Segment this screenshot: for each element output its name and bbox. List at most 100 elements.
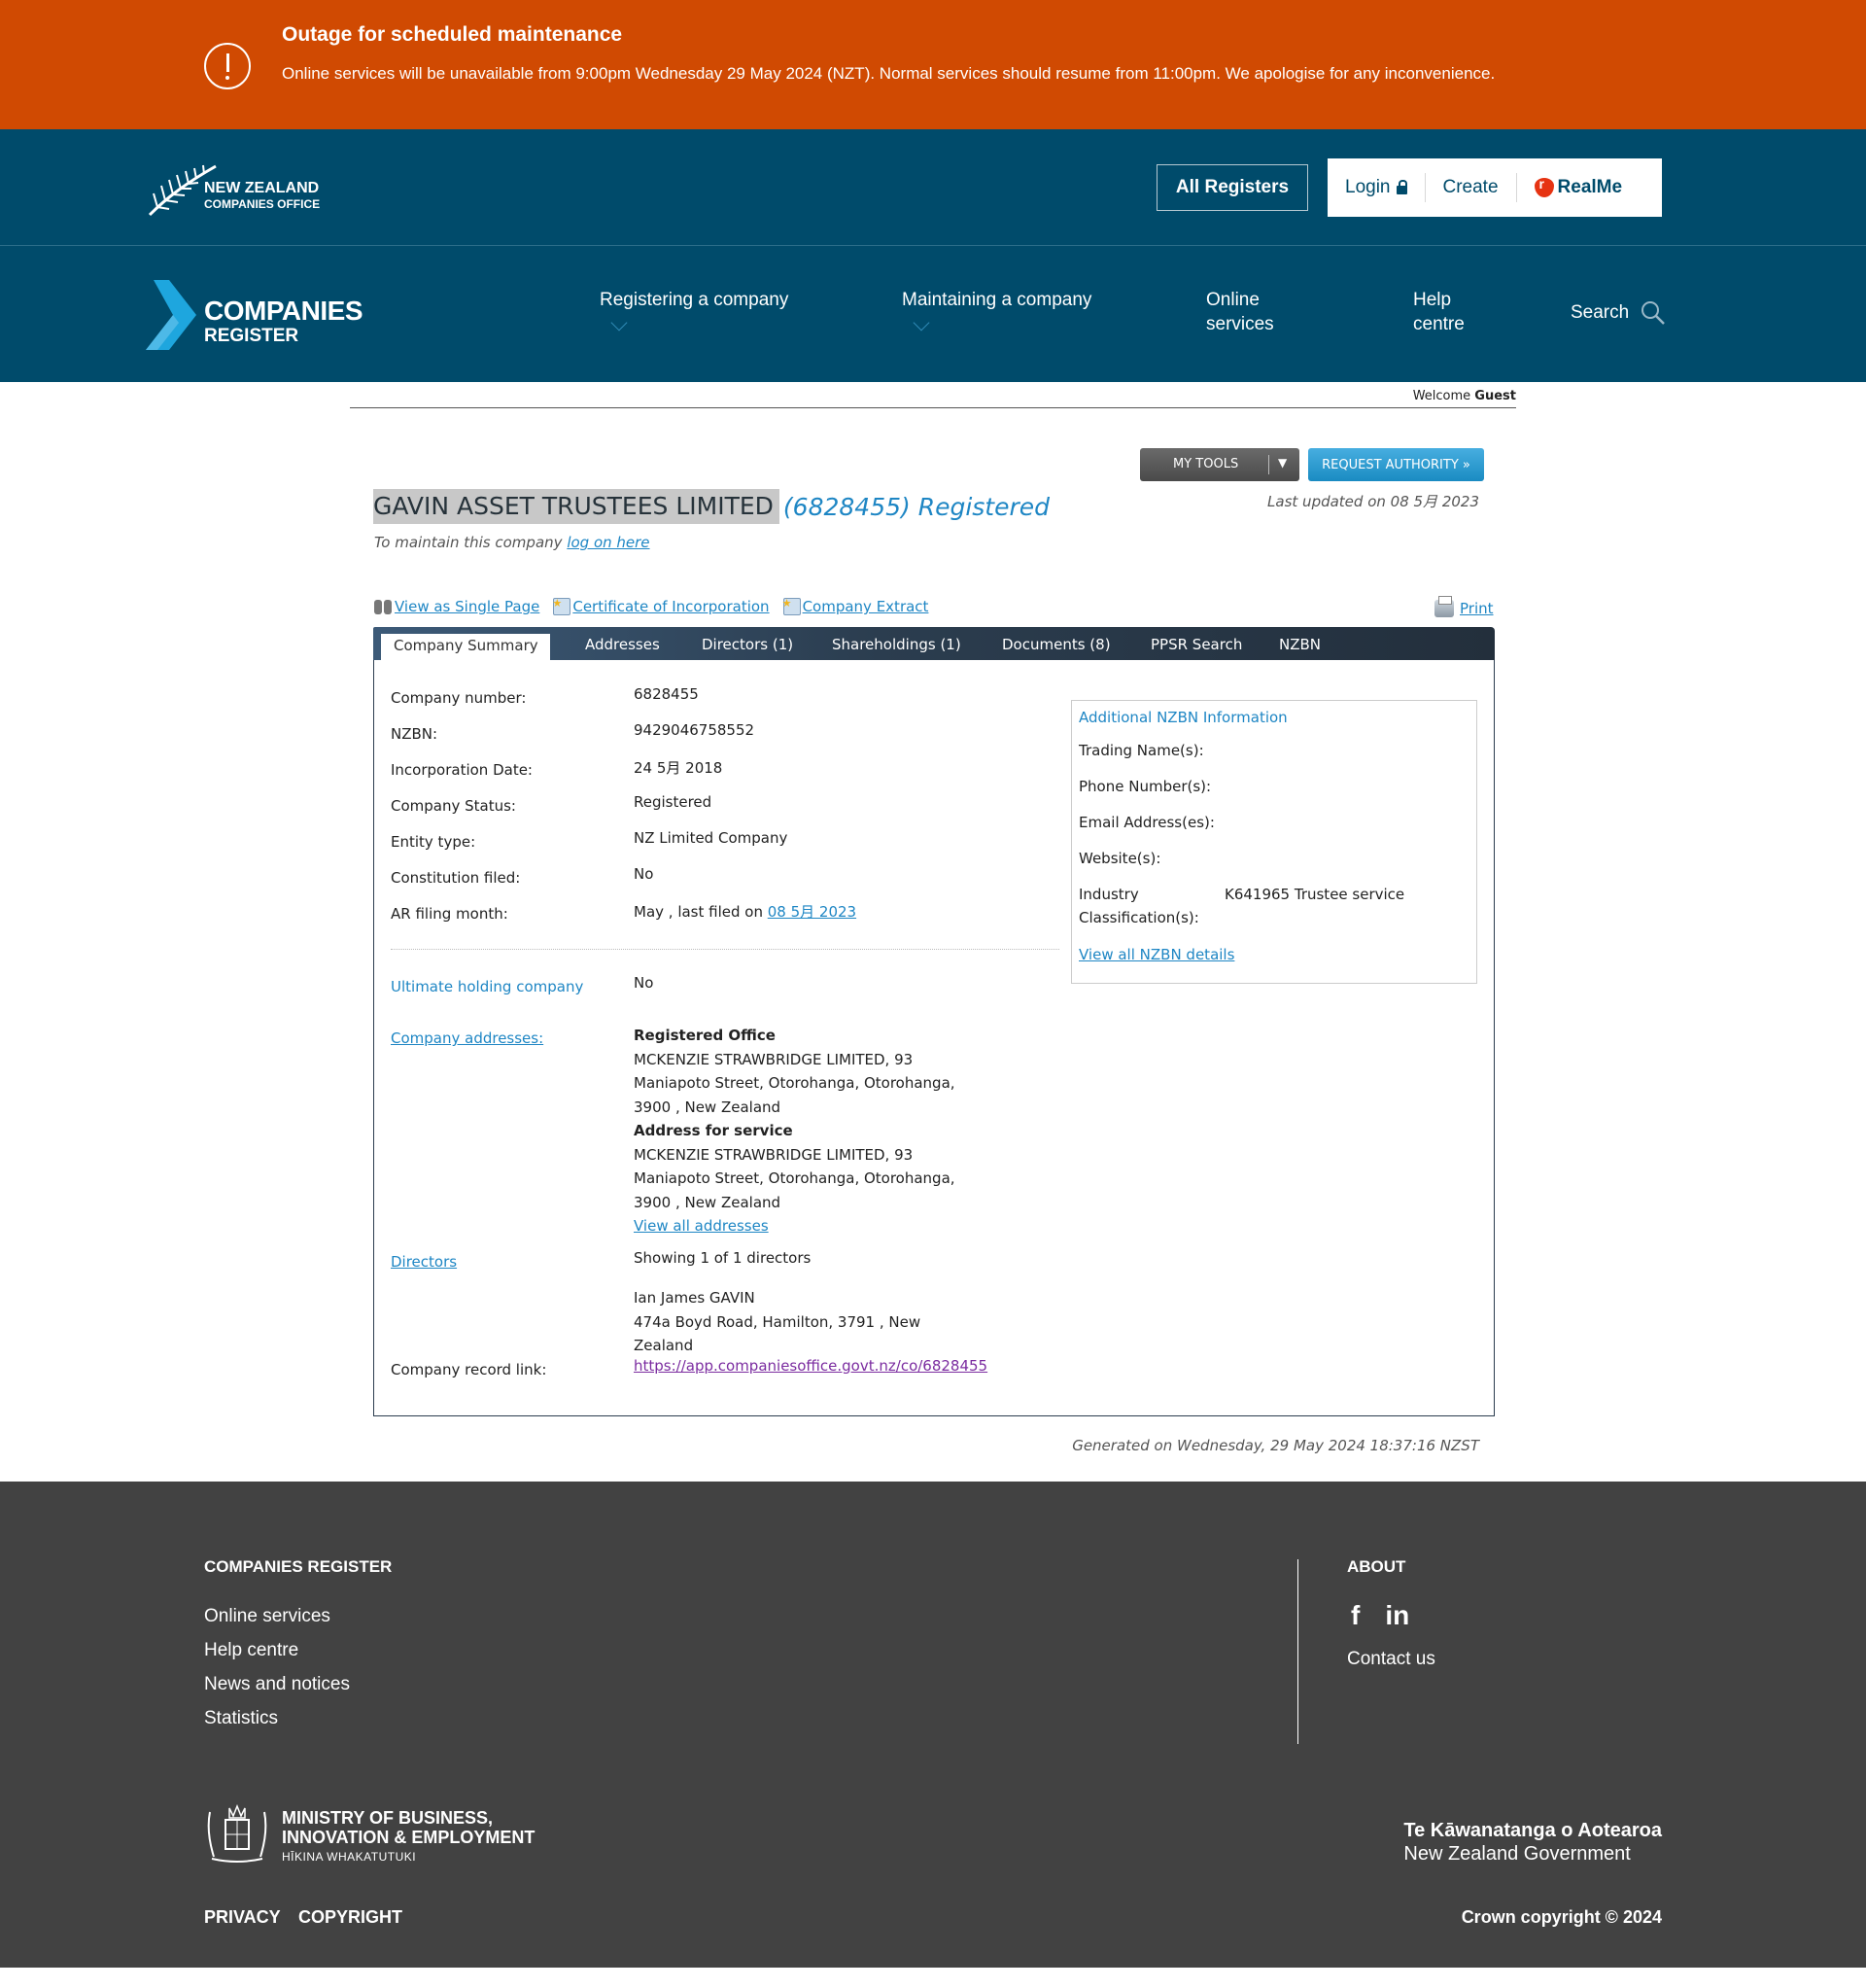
phone-numbers-label: Phone Number(s):	[1079, 778, 1212, 795]
linkedin-icon[interactable]: in	[1385, 1600, 1409, 1631]
search-button[interactable]: Search	[1571, 300, 1666, 326]
view-single-page-label[interactable]: View as Single Page	[395, 598, 539, 615]
view-all-nzbn-link[interactable]: View all NZBN details	[1079, 946, 1234, 963]
request-authority-button[interactable]: REQUEST AUTHORITY »	[1308, 448, 1484, 481]
welcome-text: Welcome	[1412, 389, 1471, 403]
login-button[interactable]: Login	[1328, 173, 1425, 202]
welcome-bar: Welcome Guest	[350, 387, 1516, 408]
tab-company-summary[interactable]: Company Summary	[381, 634, 550, 660]
ultimate-holding-label: Ultimate holding company	[391, 978, 584, 995]
director-address-line: 474a Boyd Road, Hamilton, 3791 , New	[634, 1312, 921, 1331]
certificate-link[interactable]: Certificate of Incorporation	[552, 597, 770, 615]
company-addresses-link-wrap: Company addresses:	[391, 1029, 543, 1047]
quick-links: View as Single Page Certificate of Incor…	[373, 597, 942, 615]
site-header: NEW ZEALAND COMPANIES OFFICE All Registe…	[0, 129, 1866, 382]
company-extract-link[interactable]: Company Extract	[782, 597, 929, 615]
mbie-line-3: HĪKINA WHAKATUTUKI	[282, 1850, 417, 1864]
nav-online-services[interactable]: Online services	[1206, 288, 1274, 336]
facebook-icon[interactable]: f	[1351, 1600, 1360, 1631]
log-on-link[interactable]: log on here	[567, 534, 649, 551]
page-title: GAVIN ASSET TRUSTEES LIMITED (6828455) R…	[373, 489, 1050, 524]
document-icon	[782, 597, 801, 615]
record-link-wrap: https://app.companiesoffice.govt.nz/co/6…	[634, 1357, 987, 1375]
printer-icon	[1434, 596, 1454, 617]
company-number-status: (6828455) Registered	[782, 492, 1051, 521]
all-registers-button[interactable]: All Registers	[1157, 164, 1308, 211]
footer-link-help-centre[interactable]: Help centre	[204, 1640, 298, 1661]
chevron-down-icon	[610, 314, 628, 331]
field-label: Company Status:	[391, 797, 516, 815]
address-line: 3900 , New Zealand	[634, 1193, 781, 1211]
nav-label: services	[1206, 314, 1274, 334]
welcome-user: Guest	[1474, 389, 1516, 403]
document-icon	[552, 597, 571, 615]
mbie-line-2: INNOVATION & EMPLOYMENT	[282, 1828, 536, 1847]
maintain-text: To maintain this company	[374, 534, 563, 551]
nz-government-brand[interactable]: Te Kāwanatanga o Aotearoa New Zealand Go…	[1403, 1820, 1662, 1866]
print-label[interactable]: Print	[1460, 600, 1494, 617]
register-title: COMPANIES	[204, 296, 363, 326]
certificate-label[interactable]: Certificate of Incorporation	[572, 598, 769, 615]
nav-label: Maintaining a company	[902, 290, 1092, 310]
director-name: Ian James GAVIN	[634, 1289, 755, 1307]
industry-label: Industry	[1079, 886, 1139, 903]
company-name: GAVIN ASSET TRUSTEES LIMITED	[373, 489, 779, 524]
create-button[interactable]: Create	[1426, 173, 1516, 202]
search-label: Search	[1571, 302, 1630, 323]
websites-label: Website(s):	[1079, 850, 1161, 867]
mbie-brand[interactable]: MINISTRY OF BUSINESS, INNOVATION & EMPLO…	[282, 1808, 535, 1864]
nz-coat-of-arms-icon[interactable]	[204, 1802, 270, 1865]
footer-link-contact-us[interactable]: Contact us	[1347, 1649, 1435, 1670]
company-addresses-link[interactable]: Company addresses:	[391, 1029, 543, 1047]
caret-down-icon[interactable]: ▼	[1278, 456, 1287, 470]
companies-register-chevron-icon[interactable]	[146, 280, 196, 350]
nav-maintaining-a-company[interactable]: Maintaining a company	[902, 288, 1092, 331]
privacy-link[interactable]: PRIVACY	[204, 1907, 281, 1928]
tab-shareholdings[interactable]: Shareholdings (1)	[832, 636, 961, 653]
tab-ppsr-search[interactable]: PPSR Search	[1151, 636, 1242, 653]
company-number-value: 6828455	[634, 685, 699, 703]
govt-line-1: Te Kāwanatanga o Aotearoa	[1403, 1820, 1662, 1841]
industry-value: K641965 Trustee service	[1225, 886, 1405, 903]
binoculars-icon	[373, 598, 393, 615]
tab-documents[interactable]: Documents (8)	[1002, 636, 1111, 653]
company-record-link[interactable]: https://app.companiesoffice.govt.nz/co/6…	[634, 1357, 987, 1375]
my-tools-label: MY TOOLS	[1173, 457, 1239, 471]
service-address-heading: Address for service	[634, 1122, 793, 1139]
ar-last-filed-link[interactable]: 08 5月 2023	[768, 903, 856, 921]
realme-link[interactable]: RealMe	[1517, 173, 1641, 202]
nav-help-centre[interactable]: Help centre	[1413, 288, 1465, 336]
field-label: NZBN:	[391, 725, 438, 743]
companies-office-brand[interactable]: NEW ZEALAND COMPANIES OFFICE	[204, 180, 320, 213]
tab-directors[interactable]: Directors (1)	[702, 636, 793, 653]
tab-nzbn[interactable]: NZBN	[1279, 636, 1321, 653]
footer-link-news-and-notices[interactable]: News and notices	[204, 1674, 350, 1695]
footer-link-online-services[interactable]: Online services	[204, 1606, 330, 1627]
login-box: Login Create RealMe	[1328, 158, 1662, 217]
login-label: Login	[1345, 177, 1391, 197]
registered-office-heading: Registered Office	[634, 1027, 776, 1044]
trading-names-label: Trading Name(s):	[1079, 742, 1204, 759]
view-all-addresses-link[interactable]: View all addresses	[634, 1217, 769, 1235]
footer-link-statistics[interactable]: Statistics	[204, 1708, 278, 1729]
nav-registering-a-company[interactable]: Registering a company	[600, 288, 788, 331]
generated-timestamp: Generated on Wednesday, 29 May 2024 18:3…	[1072, 1437, 1479, 1454]
companies-register-brand[interactable]: COMPANIES REGISTER	[204, 296, 363, 347]
my-tools-dropdown[interactable]: MY TOOLS ▼	[1140, 448, 1299, 481]
nzbn-info-box: Additional NZBN Information Trading Name…	[1071, 700, 1477, 984]
copyright-link[interactable]: COPYRIGHT	[298, 1907, 402, 1928]
nzbn-value: 9429046758552	[634, 721, 755, 739]
incorporation-date-value: 24 5月 2018	[634, 759, 723, 777]
view-single-page-link[interactable]: View as Single Page	[373, 598, 539, 615]
outage-title: Outage for scheduled maintenance	[282, 23, 623, 46]
tab-addresses[interactable]: Addresses	[585, 636, 660, 653]
footer-divider	[1297, 1559, 1298, 1744]
print-link[interactable]: Print	[1434, 596, 1494, 617]
company-extract-label[interactable]: Company Extract	[803, 598, 929, 615]
alert-circle-icon	[204, 43, 251, 89]
directors-link[interactable]: Directors	[391, 1253, 457, 1271]
addresses-block: Registered Office MCKENZIE STRAWBRIDGE L…	[634, 1024, 984, 1238]
address-line: Maniapoto Street, Otorohanga, Otorohanga…	[634, 1074, 955, 1092]
realme-logo-icon	[1534, 176, 1554, 197]
industry-label: Classification(s):	[1079, 909, 1199, 926]
